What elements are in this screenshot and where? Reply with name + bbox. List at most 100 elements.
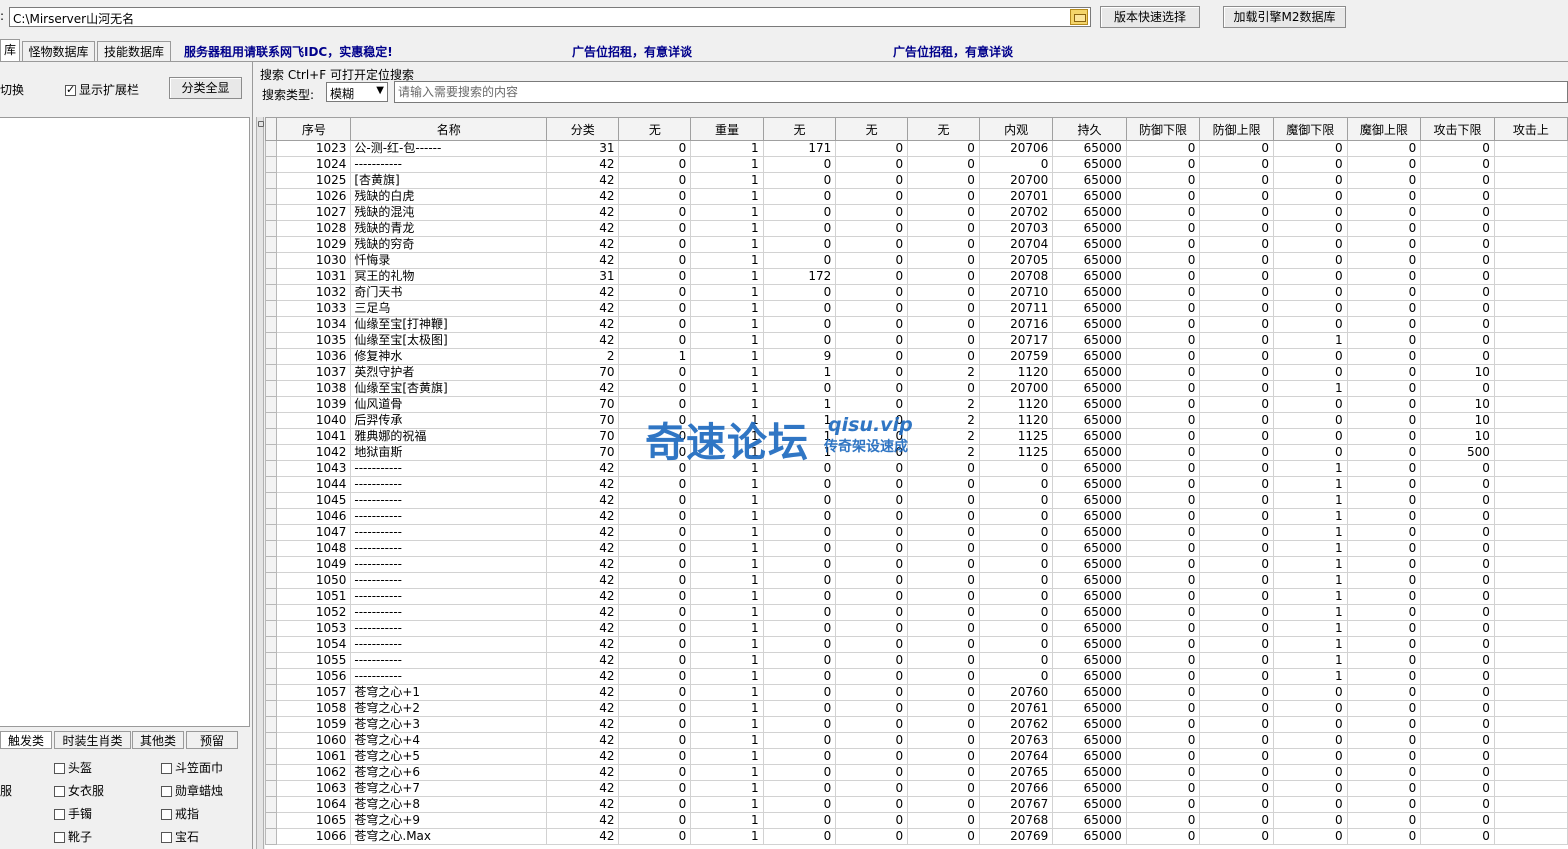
- table-cell[interactable]: 0: [618, 268, 692, 285]
- table-cell[interactable]: 0: [1273, 764, 1348, 781]
- row-indicator[interactable]: [265, 428, 278, 445]
- table-cell[interactable]: 0: [1273, 812, 1348, 829]
- table-cell[interactable]: 0: [978, 652, 1054, 669]
- table-cell[interactable]: 0: [835, 284, 909, 301]
- table-cell[interactable]: 1033: [276, 300, 352, 317]
- table-cell[interactable]: [1493, 700, 1568, 717]
- table-cell[interactable]: 1: [1273, 524, 1348, 541]
- table-cell[interactable]: 0: [618, 220, 692, 237]
- column-header[interactable]: 持久: [1052, 117, 1127, 141]
- table-cell[interactable]: 0: [1346, 268, 1422, 285]
- table-cell[interactable]: 0: [1125, 620, 1201, 637]
- table-cell[interactable]: 65000: [1052, 364, 1127, 381]
- row-indicator[interactable]: [265, 828, 278, 845]
- table-cell[interactable]: 0: [835, 812, 909, 829]
- table-cell[interactable]: 0: [1273, 364, 1348, 381]
- row-indicator[interactable]: [265, 140, 278, 157]
- table-cell[interactable]: 1: [690, 284, 764, 301]
- table-cell[interactable]: [1493, 556, 1568, 573]
- table-cell[interactable]: 0: [762, 828, 837, 845]
- table-cell[interactable]: 65000: [1052, 732, 1127, 749]
- row-indicator[interactable]: [265, 652, 278, 669]
- table-cell[interactable]: 1: [1273, 332, 1348, 349]
- table-cell[interactable]: 1064: [276, 796, 352, 813]
- table-cell[interactable]: 0: [1125, 252, 1201, 269]
- table-cell[interactable]: 0: [978, 668, 1054, 685]
- table-cell[interactable]: 0: [1273, 748, 1348, 765]
- table-cell[interactable]: 0: [1420, 300, 1495, 317]
- table-cell[interactable]: 苍穹之心+7: [350, 780, 548, 797]
- table-cell[interactable]: 0: [1346, 780, 1422, 797]
- table-cell[interactable]: 65000: [1052, 444, 1127, 461]
- tab-skill-db[interactable]: 技能数据库: [97, 41, 171, 61]
- table-cell[interactable]: 1: [1273, 668, 1348, 685]
- table-cell[interactable]: 0: [762, 172, 837, 189]
- table-cell[interactable]: 0: [762, 700, 837, 717]
- table-cell[interactable]: -----------: [350, 156, 548, 173]
- table-cell[interactable]: 1: [690, 796, 764, 813]
- table-cell[interactable]: 65000: [1052, 796, 1127, 813]
- table-cell[interactable]: 20700: [978, 172, 1054, 189]
- table-cell[interactable]: 0: [762, 668, 837, 685]
- table-cell[interactable]: 0: [1199, 188, 1274, 205]
- table-cell[interactable]: 0: [1346, 428, 1422, 445]
- table-cell[interactable]: 0: [618, 556, 692, 573]
- table-cell[interactable]: 0: [907, 220, 980, 237]
- table-cell[interactable]: 42: [546, 604, 620, 621]
- table-cell[interactable]: 42: [546, 172, 620, 189]
- table-cell[interactable]: 0: [835, 300, 909, 317]
- table-cell[interactable]: 65000: [1052, 524, 1127, 541]
- category-checkbox-hat[interactable]: 斗笠面巾: [161, 759, 223, 776]
- table-cell[interactable]: 31: [546, 268, 620, 285]
- table-cell[interactable]: 0: [907, 748, 980, 765]
- row-indicator[interactable]: [265, 172, 278, 189]
- table-cell[interactable]: 0: [618, 540, 692, 557]
- table-cell[interactable]: 500: [1420, 444, 1495, 461]
- table-cell[interactable]: 1: [690, 508, 764, 525]
- table-cell[interactable]: 65000: [1052, 716, 1127, 733]
- table-cell[interactable]: 42: [546, 316, 620, 333]
- table-row[interactable]: 1037 英烈守护者 70 0 1 1 0 2 1120 65000 0 0 0 0 10: [265, 364, 1568, 381]
- table-cell[interactable]: 20761: [978, 700, 1054, 717]
- table-cell[interactable]: 0: [907, 316, 980, 333]
- table-cell[interactable]: 1: [690, 524, 764, 541]
- row-indicator[interactable]: [265, 204, 278, 221]
- table-cell[interactable]: 0: [1273, 396, 1348, 413]
- row-indicator[interactable]: [265, 588, 278, 605]
- table-cell[interactable]: -----------: [350, 540, 548, 557]
- table-cell[interactable]: 0: [835, 476, 909, 493]
- table-cell[interactable]: 1: [690, 652, 764, 669]
- table-cell[interactable]: 0: [1346, 220, 1422, 237]
- table-cell[interactable]: 0: [1199, 716, 1274, 733]
- table-cell[interactable]: 苍穹之心+2: [350, 700, 548, 717]
- table-cell[interactable]: 0: [618, 620, 692, 637]
- table-cell[interactable]: 0: [835, 636, 909, 653]
- table-cell[interactable]: 0: [907, 540, 980, 557]
- table-cell[interactable]: 1049: [276, 556, 352, 573]
- table-cell[interactable]: 0: [762, 812, 837, 829]
- checkbox-icon[interactable]: [54, 763, 65, 774]
- table-cell[interactable]: [1493, 652, 1568, 669]
- table-cell[interactable]: 1053: [276, 620, 352, 637]
- table-cell[interactable]: 1051: [276, 588, 352, 605]
- table-cell[interactable]: 苍穹之心+5: [350, 748, 548, 765]
- table-cell[interactable]: 0: [1125, 588, 1201, 605]
- table-cell[interactable]: 1056: [276, 668, 352, 685]
- table-cell[interactable]: 65000: [1052, 236, 1127, 253]
- table-cell[interactable]: 0: [1420, 764, 1495, 781]
- table-cell[interactable]: 0: [978, 460, 1054, 477]
- table-cell[interactable]: 0: [618, 236, 692, 253]
- table-cell[interactable]: 0: [1420, 636, 1495, 653]
- table-cell[interactable]: 0: [907, 620, 980, 637]
- table-cell[interactable]: 42: [546, 332, 620, 349]
- table-cell[interactable]: 1035: [276, 332, 352, 349]
- row-indicator[interactable]: [265, 220, 278, 237]
- table-cell[interactable]: 0: [618, 204, 692, 221]
- table-cell[interactable]: 0: [1273, 700, 1348, 717]
- table-cell[interactable]: 0: [762, 540, 837, 557]
- row-indicator[interactable]: [265, 268, 278, 285]
- table-cell[interactable]: 65000: [1052, 668, 1127, 685]
- table-cell[interactable]: 0: [835, 396, 909, 413]
- table-cell[interactable]: 0: [907, 684, 980, 701]
- table-cell[interactable]: 1: [1273, 572, 1348, 589]
